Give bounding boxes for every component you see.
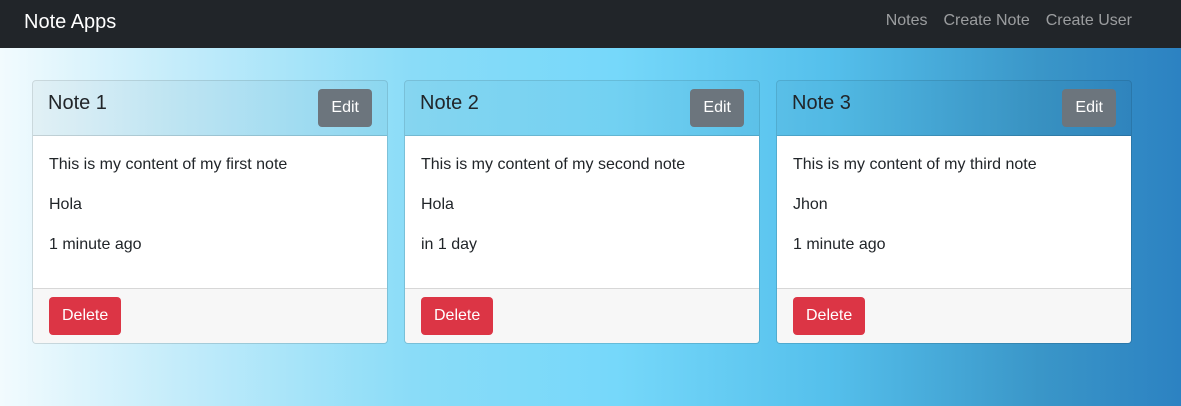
nav-link-notes[interactable]: Notes [886,12,928,30]
note-author: Hola [49,196,82,213]
note-card: Note 2 Edit This is my content of my sec… [404,80,760,344]
nav-link-create-note[interactable]: Create Note [943,12,1029,30]
delete-button[interactable]: Delete [793,297,866,335]
note-card-footer: Delete [33,288,387,343]
note-card-body: This is my content of my third note Jhon… [777,136,1131,288]
note-date: 1 minute ago [793,236,886,253]
notes-grid: Note 1 Edit This is my content of my fir… [32,80,1132,344]
note-date: 1 minute ago [49,236,142,253]
note-card-footer: Delete [777,288,1131,343]
note-date: in 1 day [421,236,478,253]
note-card-footer: Delete [405,288,759,343]
nav-links: Notes Create Note Create User [886,12,1132,36]
note-card-header: Note 2 Edit [405,81,759,136]
edit-button[interactable]: Edit [690,89,744,127]
navbar: Note Apps Notes Create Note Create User [0,0,1181,48]
note-content: This is my content of my first note [49,156,288,173]
note-card-header: Note 3 Edit [777,81,1131,136]
note-author: Hola [421,196,454,213]
delete-button[interactable]: Delete [49,297,122,335]
note-content: This is my content of my third note [793,156,1037,173]
delete-button[interactable]: Delete [421,297,494,335]
note-card-body: This is my content of my first note Hola… [33,136,387,288]
edit-button[interactable]: Edit [318,89,372,127]
note-author: Jhon [793,196,828,213]
note-card-header: Note 1 Edit [33,81,387,136]
brand-logo[interactable]: Note Apps [24,0,116,50]
note-card: Note 3 Edit This is my content of my thi… [776,80,1132,344]
nav-link-create-user[interactable]: Create User [1046,12,1132,30]
note-title: Note 3 [792,92,851,114]
edit-button[interactable]: Edit [1062,89,1116,127]
note-content: This is my content of my second note [421,156,686,173]
note-title: Note 2 [420,92,479,114]
note-card-body: This is my content of my second note Hol… [405,136,759,288]
note-title: Note 1 [48,92,107,114]
note-card: Note 1 Edit This is my content of my fir… [32,80,388,344]
